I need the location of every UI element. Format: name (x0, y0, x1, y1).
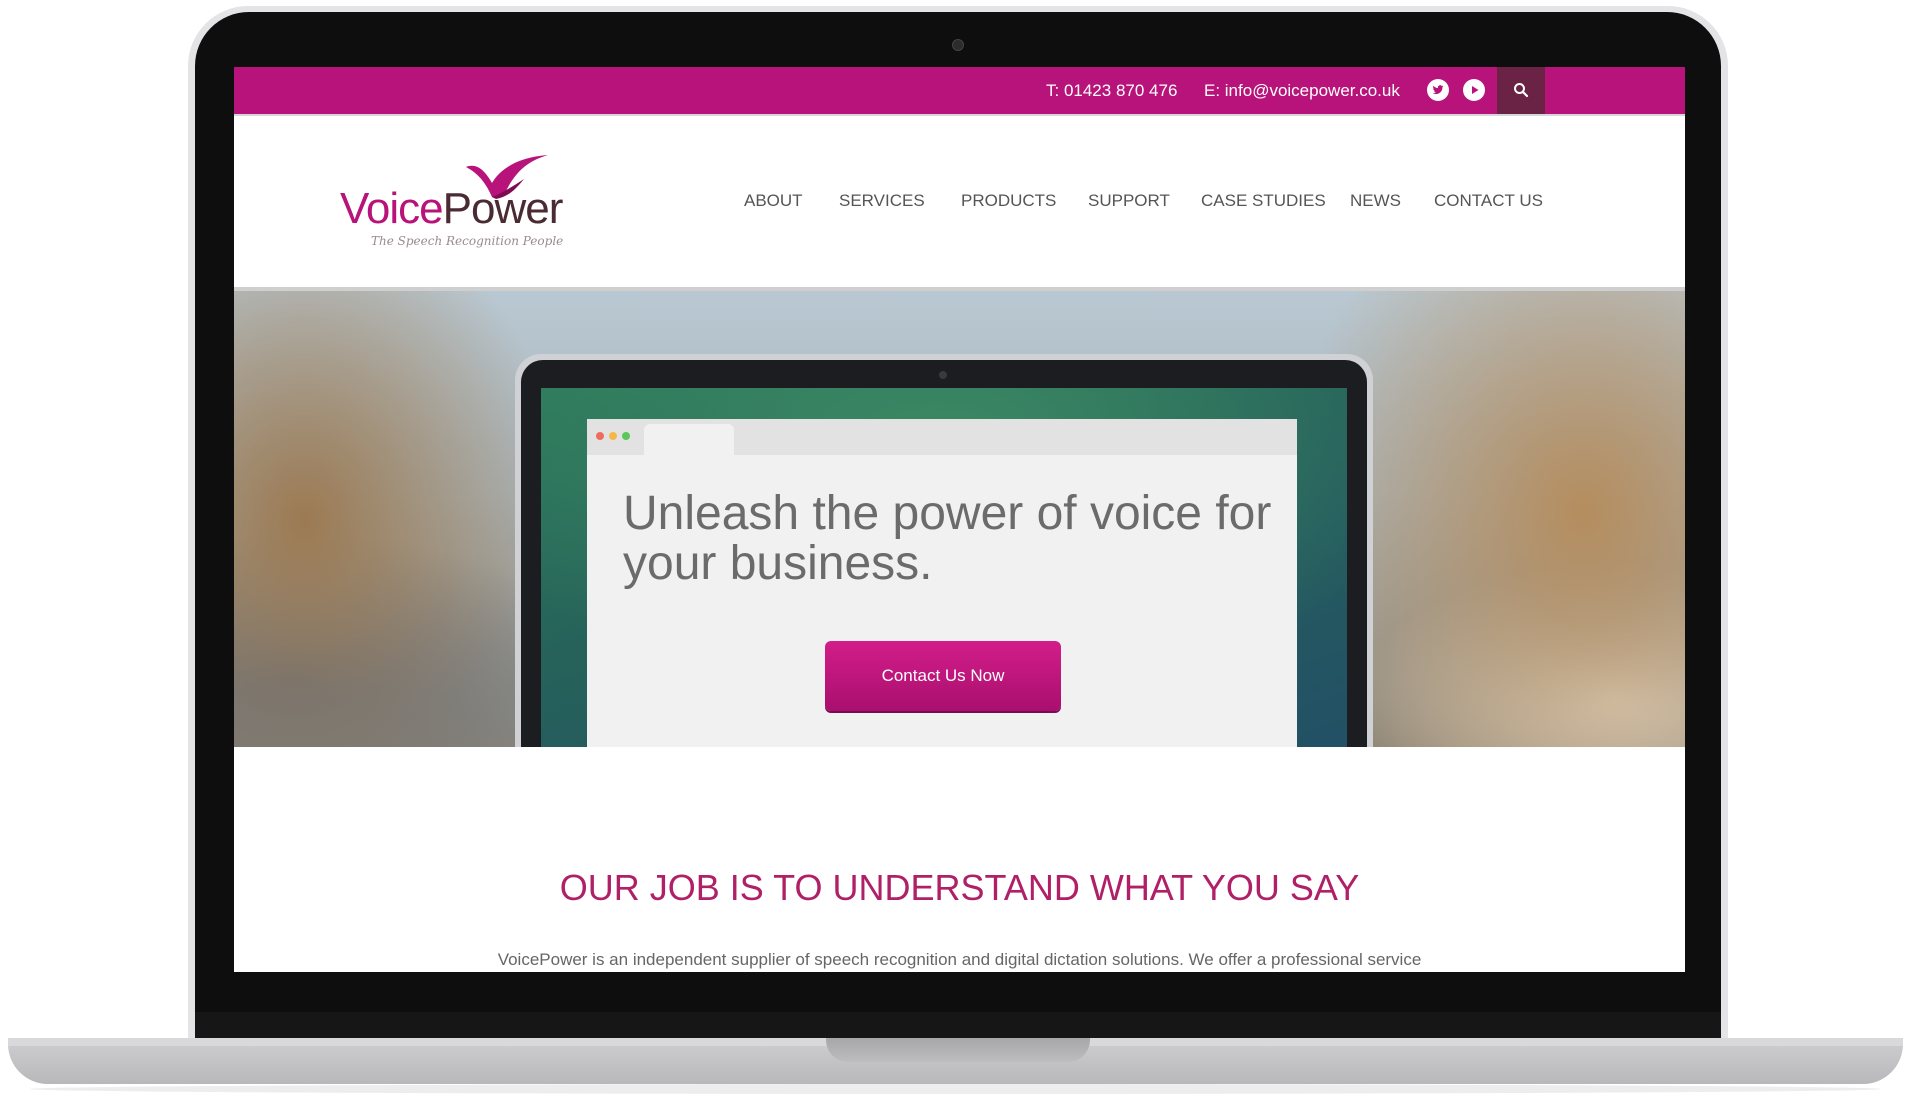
maximize-dot-icon (622, 432, 630, 440)
nav-contact-us[interactable]: CONTACT US (1434, 191, 1543, 211)
hero-laptop-camera (939, 371, 947, 379)
nav-services[interactable]: SERVICES (839, 191, 925, 211)
nav-products[interactable]: PRODUCTS (961, 191, 1056, 211)
laptop-camera (952, 39, 964, 51)
logo-wordmark[interactable]: VoicePower (340, 184, 564, 233)
intro-text: VoicePower is an independent supplier of… (497, 950, 1422, 969)
nav-news[interactable]: NEWS (1350, 191, 1401, 211)
logo-voice-text: Voice (340, 184, 444, 233)
website-screen: T: 01423 870 476 E: info@voicepower.co.u… (234, 67, 1685, 972)
laptop-shadow (30, 1084, 1881, 1094)
intro-title: OUR JOB IS TO UNDERSTAND WHAT YOU SAY (559, 867, 1360, 908)
search-icon (1514, 83, 1529, 98)
youtube-play-icon[interactable] (1463, 79, 1485, 101)
logo-tagline: The Speech Recognition People (371, 234, 564, 248)
nav-about[interactable]: ABOUT (744, 191, 803, 211)
close-dot-icon (596, 432, 604, 440)
laptop-chin (195, 1012, 1721, 1038)
contact-us-now-button[interactable]: Contact Us Now (825, 641, 1061, 711)
hero-headline: Unleash the power of voice for your busi… (623, 487, 1272, 590)
hero-browser-tab (644, 424, 734, 455)
logo-power-text: Power (442, 184, 564, 233)
nav-support[interactable]: SUPPORT (1088, 191, 1170, 211)
nav-case-studies[interactable]: CASE STUDIES (1201, 191, 1326, 211)
phone-number[interactable]: T: 01423 870 476 (1046, 81, 1177, 101)
hero-banner: Unleash the power of voice for your busi… (234, 291, 1685, 747)
minimize-dot-icon (609, 432, 617, 440)
search-button[interactable] (1497, 67, 1545, 114)
laptop-hinge-notch (826, 1038, 1090, 1062)
email-link[interactable]: E: info@voicepower.co.uk (1204, 81, 1400, 101)
twitter-icon[interactable] (1427, 79, 1449, 101)
